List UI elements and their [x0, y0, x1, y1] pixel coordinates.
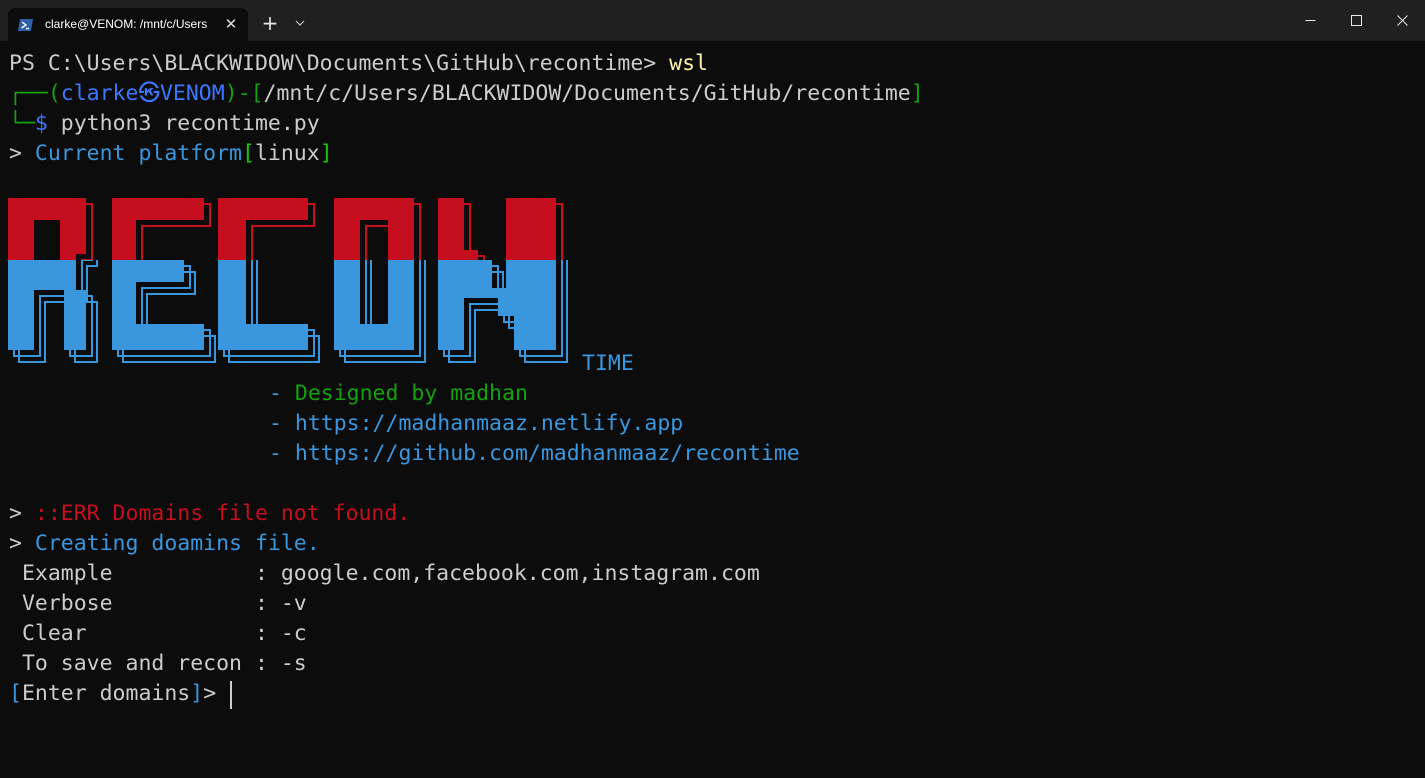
help-label: To save and recon: [9, 651, 255, 676]
input-label: Enter domains: [21, 681, 191, 706]
close-window-button[interactable]: [1379, 0, 1425, 41]
credit-line-website: - https://madhanmaaz.netlify.app: [269, 409, 683, 439]
text-cursor[interactable]: [230, 681, 232, 709]
input-bracket-open: [: [9, 681, 22, 706]
credit-website-link[interactable]: https://madhanmaaz.netlify.app: [295, 411, 683, 436]
terminal-output[interactable]: PS C:\Users\BLACKWIDOW\Documents\GitHub\…: [0, 41, 1425, 778]
prompt-corner-bottom: └─: [9, 111, 35, 136]
platform-bracket-close: ]: [319, 141, 333, 166]
info-arrow: >: [9, 531, 35, 556]
help-sep: :: [254, 651, 281, 676]
help-sep: :: [254, 621, 281, 646]
help-row-save: To save and recon : -s: [9, 649, 307, 679]
help-label: Verbose: [9, 591, 255, 616]
credit-github-link[interactable]: https://github.com/madhanmaaz/recontime: [295, 441, 800, 466]
error-message: ::ERR Domains file not found.: [34, 501, 411, 526]
help-sep: :: [254, 561, 281, 586]
prompt-user: clarke: [60, 81, 139, 106]
platform-arrow: >: [9, 141, 35, 166]
prompt-path: /mnt/c/Users/BLACKWIDOW/Documents/GitHub…: [263, 81, 911, 106]
kali-command-line: └─$ python3 recontime.py: [9, 109, 320, 139]
powershell-icon: [18, 17, 34, 31]
platform-label: Current platform: [34, 141, 242, 166]
close-icon: [1397, 15, 1408, 26]
tab-terminal[interactable]: clarke@VENOM: /mnt/c/Users ✕: [8, 8, 248, 41]
credit-designer: Designed by madhan: [294, 381, 528, 406]
close-tab-icon[interactable]: ✕: [221, 14, 241, 34]
credit-line-designer: - Designed by madhan: [269, 379, 528, 409]
help-row-verbose: Verbose : -v: [9, 589, 307, 619]
help-value: -c: [280, 621, 307, 646]
powershell-prompt: PS C:\Users\BLACKWIDOW\Documents\GitHub\…: [9, 51, 670, 76]
prompt-at-icon: ㉿: [138, 81, 160, 106]
prompt-mid: )-[: [224, 81, 264, 106]
input-arrow: >: [203, 681, 230, 706]
credit-dash: -: [269, 411, 295, 436]
kali-prompt-line: ┌──(clarke㉿VENOM)-[/mnt/c/Users/BLACKWID…: [9, 79, 924, 109]
platform-line: > Current platform[linux]: [9, 139, 333, 169]
credit-dash: -: [269, 441, 295, 466]
help-row-clear: Clear : -c: [9, 619, 307, 649]
info-line: > Creating doamins file.: [9, 529, 320, 559]
minimize-button[interactable]: [1287, 0, 1333, 41]
help-value: -v: [280, 591, 307, 616]
powershell-command: wsl: [669, 51, 708, 76]
maximize-button[interactable]: [1333, 0, 1379, 41]
kali-command: python3 recontime.py: [47, 111, 320, 136]
error-line: > ::ERR Domains file not found.: [9, 499, 410, 529]
new-tab-button[interactable]: +: [258, 11, 282, 35]
error-arrow: >: [9, 501, 35, 526]
title-bar: clarke@VENOM: /mnt/c/Users ✕ +: [0, 0, 1425, 41]
help-value: google.com,facebook.com,instagram.com: [280, 561, 760, 586]
help-value: -s: [280, 651, 307, 676]
prompt-close: ]: [910, 81, 924, 106]
powershell-prompt-line: PS C:\Users\BLACKWIDOW\Documents\GitHub\…: [9, 49, 708, 79]
prompt-host: VENOM: [159, 81, 225, 106]
input-bracket-close: ]: [190, 681, 204, 706]
help-row-example: Example : google.com,facebook.com,instag…: [9, 559, 760, 589]
prompt-dollar: $: [34, 111, 48, 136]
banner-suffix: TIME: [582, 351, 634, 376]
platform-value: linux: [254, 141, 320, 166]
help-label: Example: [9, 561, 255, 586]
help-sep: :: [254, 591, 281, 616]
platform-bracket-open: [: [242, 141, 255, 166]
credit-dash: -: [269, 381, 295, 406]
chevron-down-icon[interactable]: [290, 12, 310, 34]
domains-input-prompt[interactable]: [Enter domains]>: [9, 679, 229, 709]
prompt-corner-top: ┌──(: [9, 81, 61, 106]
credit-line-github: - https://github.com/madhanmaaz/recontim…: [269, 439, 800, 469]
minimize-icon: [1305, 20, 1316, 21]
help-label: Clear: [9, 621, 255, 646]
tab-title: clarke@VENOM: /mnt/c/Users: [45, 17, 208, 31]
info-message: Creating doamins file.: [34, 531, 320, 556]
maximize-icon: [1351, 15, 1362, 26]
recon-banner-art: [8, 198, 568, 363]
